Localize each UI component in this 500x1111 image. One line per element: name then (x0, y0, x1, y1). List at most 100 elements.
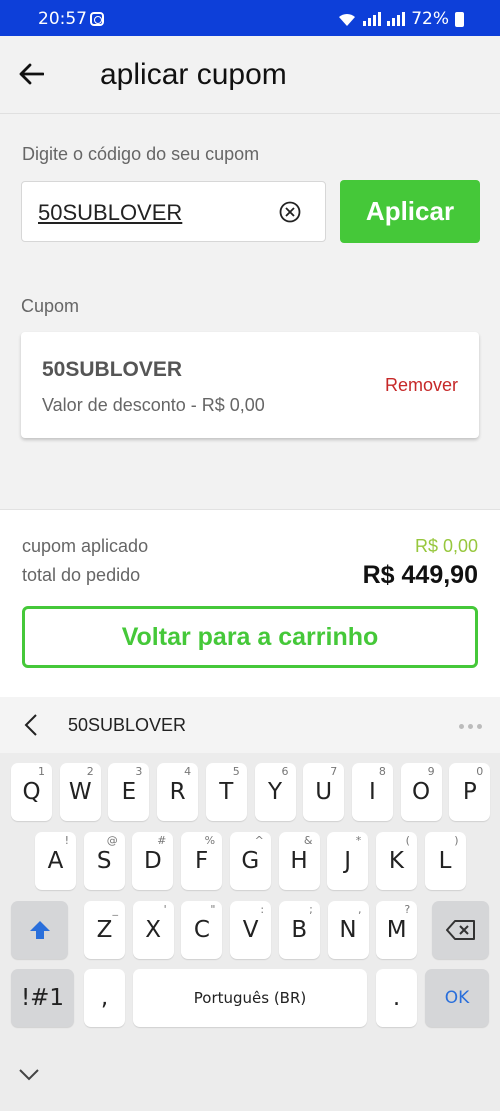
key-o[interactable]: O9 (400, 763, 442, 821)
back-arrow-icon[interactable] (18, 63, 44, 85)
key-e[interactable]: E3 (108, 763, 150, 821)
apply-button[interactable]: Aplicar (340, 180, 480, 243)
ok-key[interactable]: OK (425, 969, 489, 1027)
coupon-card: 50SUBLOVER Valor de desconto - R$ 0,00 R… (21, 332, 479, 438)
symbols-key[interactable]: !#1 (11, 969, 74, 1027)
key-label: M (386, 917, 407, 943)
remove-coupon-button[interactable]: Remover (385, 375, 458, 396)
key-label: W (68, 779, 92, 805)
key-label: Y (267, 779, 283, 805)
key-n[interactable]: N, (327, 901, 369, 959)
more-options-icon[interactable] (459, 724, 482, 729)
key-label: D (144, 848, 162, 874)
key-hint: # (157, 834, 167, 847)
key-hint: * (355, 834, 362, 847)
key-x[interactable]: X ' (132, 901, 174, 959)
order-total-label: total do pedido (22, 565, 141, 585)
key-y[interactable]: Y6 (254, 763, 296, 821)
key-label: U (315, 779, 333, 805)
key-hint: ; (309, 903, 313, 916)
key-p[interactable]: P0 (449, 763, 491, 821)
key-l[interactable]: L) (424, 832, 466, 890)
key-label: I (368, 779, 376, 805)
keyboard-suggestion[interactable]: 50SUBLOVER (68, 715, 186, 736)
comma-key[interactable]: , (84, 969, 125, 1027)
status-bar: 20:57 72% (0, 0, 500, 36)
battery-percent: 72% (411, 9, 449, 29)
coupon-code-input[interactable]: 50SUBLOVER (21, 181, 326, 242)
coupon-card-code: 50SUBLOVER (42, 358, 183, 381)
coupon-applied-value: R$ 0,00 (414, 536, 478, 556)
battery-icon (455, 11, 464, 27)
wifi-icon (339, 13, 356, 26)
key-r[interactable]: R4 (157, 763, 199, 821)
chevron-down-icon[interactable] (18, 1068, 40, 1082)
key-label: S (96, 848, 112, 874)
key-c[interactable]: C " (181, 901, 223, 959)
key-hint: ? (404, 903, 411, 916)
key-hint: % (204, 834, 216, 847)
key-w[interactable]: W2 (59, 763, 101, 821)
coupon-applied-label: cupom aplicado (22, 536, 149, 556)
key-s[interactable]: S @ (83, 832, 125, 890)
key-hint: 2 (86, 765, 94, 778)
chevron-left-icon[interactable] (22, 713, 40, 737)
backspace-key[interactable] (432, 901, 489, 959)
key-label: E (121, 779, 137, 805)
key-label: P (462, 779, 477, 805)
key-hint: 4 (184, 765, 192, 778)
key-hint: 7 (330, 765, 338, 778)
key-hint: ( (405, 834, 410, 847)
key-b[interactable]: B; (278, 901, 320, 959)
key-k[interactable]: K( (375, 832, 417, 890)
key-hint: 9 (427, 765, 435, 778)
key-hint: 1 (38, 765, 45, 778)
key-hint: " (210, 903, 216, 916)
key-f[interactable]: F% (181, 832, 223, 890)
key-u[interactable]: U7 (303, 763, 345, 821)
key-label: X (145, 917, 162, 943)
key-g[interactable]: G ^ (229, 832, 271, 890)
key-i[interactable]: I8 (351, 763, 393, 821)
key-hint: 3 (135, 765, 143, 778)
app-bar: aplicar cupom (0, 36, 500, 114)
key-label: L (438, 848, 452, 874)
key-t[interactable]: T5 (205, 763, 247, 821)
key-hint: ^ (254, 834, 264, 847)
key-label: Z (96, 917, 113, 943)
shift-key[interactable] (11, 901, 68, 959)
key-label: A (47, 848, 64, 874)
key-label: C (193, 917, 210, 943)
key-h[interactable]: H & (278, 832, 320, 890)
coupon-code-value[interactable]: 50SUBLOVER (38, 200, 182, 226)
period-key[interactable]: . (376, 969, 417, 1027)
key-hint: 6 (281, 765, 289, 778)
key-label: F (194, 848, 209, 874)
key-a[interactable]: A! (35, 832, 76, 890)
clear-input-icon[interactable] (279, 201, 301, 223)
keyboard-suggestion-bar: 50SUBLOVER (0, 697, 500, 753)
back-to-cart-button[interactable]: Voltar para a carrinho (22, 606, 478, 668)
key-z[interactable]: Z _ (84, 901, 125, 959)
key-q[interactable]: Q1 (11, 763, 52, 821)
key-label: H (290, 848, 308, 874)
coupon-input-label: Digite o código do seu cupom (22, 144, 260, 164)
order-total-value: R$ 449,90 (362, 561, 478, 589)
key-v[interactable]: V: (230, 901, 272, 959)
key-label: R (169, 779, 186, 805)
key-label: K (388, 848, 404, 874)
shift-arrow-icon (29, 921, 50, 939)
key-m[interactable]: M? (376, 901, 418, 959)
key-d[interactable]: D # (132, 832, 174, 890)
coupon-discount-text: Valor de desconto - R$ 0,00 (42, 395, 265, 415)
key-hint: ! (64, 834, 69, 847)
backspace-icon (445, 920, 475, 940)
order-summary: cupom aplicado R$ 0,00 total do pedido R… (0, 509, 500, 697)
key-j[interactable]: J * (327, 832, 369, 890)
status-right: 72% (337, 9, 464, 29)
key-label: O (412, 779, 431, 805)
key-label: N (339, 917, 357, 943)
key-hint: @ (106, 834, 118, 847)
space-key[interactable]: Português (BR) (133, 969, 367, 1027)
key-label: V (242, 917, 259, 943)
